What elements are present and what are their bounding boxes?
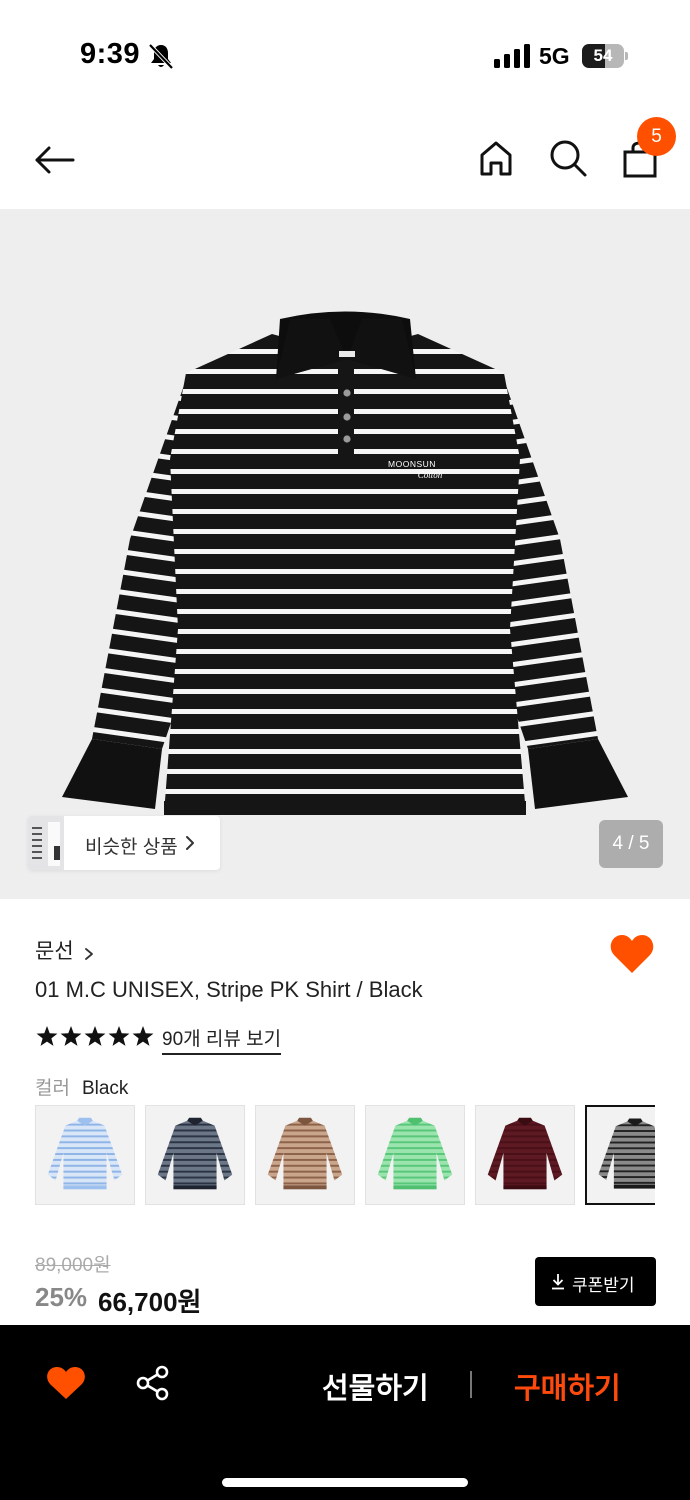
swatch-thumbnail — [267, 1117, 343, 1190]
swatch-thumbnail — [377, 1117, 453, 1190]
coupon-label: 쿠폰받기 — [572, 1276, 635, 1295]
color-label: 컬러 — [35, 1078, 70, 1099]
brand-link[interactable]: 문선 — [35, 935, 94, 965]
gift-button[interactable]: 선물하기 — [322, 1365, 429, 1407]
search-icon[interactable] — [546, 136, 590, 180]
home-icon[interactable] — [474, 136, 518, 180]
star-icon — [132, 1026, 154, 1046]
swatch-thumbnail — [598, 1118, 655, 1189]
download-icon — [552, 1274, 564, 1290]
battery-level: 54 — [593, 46, 613, 65]
product-title: 01 M.C UNISEX, Stripe PK Shirt / Black — [35, 977, 423, 1002]
color-row: 컬러 Black — [35, 1073, 128, 1100]
product-image: MOONSUN Cotton — [62, 311, 628, 815]
rating-stars-icon — [36, 1026, 154, 1046]
color-swatch[interactable] — [145, 1105, 245, 1205]
divider — [470, 1371, 472, 1398]
color-swatch[interactable] — [365, 1105, 465, 1205]
color-swatch[interactable] — [585, 1105, 655, 1205]
star-icon — [84, 1026, 106, 1046]
home-indicator — [222, 1478, 468, 1487]
color-swatch[interactable] — [35, 1105, 135, 1205]
swatch-thumbnail — [487, 1117, 563, 1190]
brand-name: 문선 — [35, 940, 74, 963]
swatch-thumbnail — [157, 1117, 233, 1190]
color-swatch[interactable] — [475, 1105, 575, 1205]
chevron-right-icon — [85, 947, 93, 960]
star-icon — [36, 1026, 58, 1046]
battery-icon: 54 — [582, 44, 628, 68]
arrow-left-icon[interactable] — [32, 138, 76, 182]
share-icon[interactable] — [135, 1365, 171, 1401]
color-swatch[interactable] — [255, 1105, 355, 1205]
similar-products-label: 비슷한 상품 — [85, 837, 178, 858]
bottom-action-bar: 선물하기 구매하기 — [0, 1325, 690, 1500]
cart-count-badge: 5 — [637, 117, 676, 156]
status-bar: 9:39 5G 54 — [0, 0, 690, 110]
product-image-gallery[interactable]: MOONSUN Cotton — [0, 209, 690, 899]
image-counter: 4 / 5 — [599, 820, 663, 868]
original-price: 89,000원 — [35, 1255, 111, 1276]
wishlist-heart-icon[interactable] — [609, 933, 655, 975]
logo-text-bottom: Cotton — [418, 470, 443, 480]
top-nav — [0, 112, 690, 208]
swatch-thumbnail — [47, 1117, 123, 1190]
color-value: Black — [81, 1078, 129, 1099]
chevron-right-icon — [186, 836, 194, 850]
heart-icon[interactable] — [46, 1365, 86, 1401]
buy-button[interactable]: 구매하기 — [514, 1365, 621, 1407]
star-icon — [60, 1026, 82, 1046]
similar-product-thumbnail — [28, 816, 64, 870]
logo-text-top: MOONSUN — [388, 459, 436, 469]
coupon-download-button[interactable]: 쿠폰받기 — [535, 1257, 656, 1306]
network-label: 5G — [539, 43, 570, 69]
discount-rate: 25% — [35, 1282, 88, 1312]
star-icon — [108, 1026, 130, 1046]
status-time: 9:39 — [80, 38, 141, 70]
sale-price: 66,700원 — [98, 1287, 202, 1317]
review-link[interactable]: 90개 리뷰 보기 — [162, 1024, 282, 1055]
color-swatch-list — [35, 1105, 655, 1205]
signal-icon — [494, 44, 530, 68]
bell-slash-icon — [148, 43, 174, 70]
